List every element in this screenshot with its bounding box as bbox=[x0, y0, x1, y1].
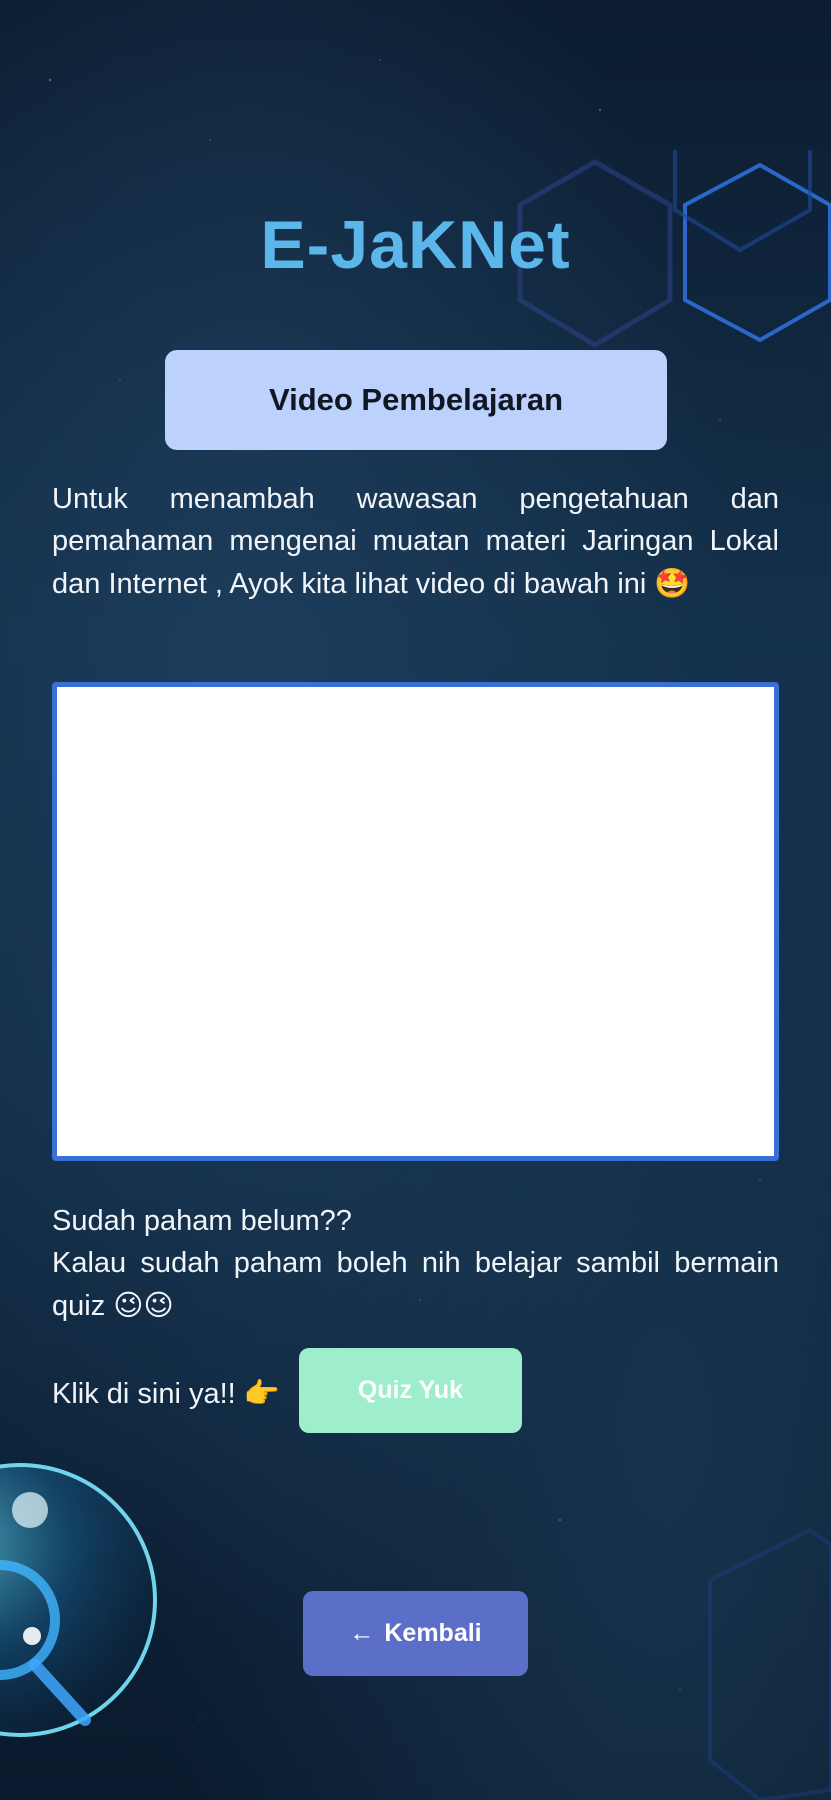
quiz-prompt: Sudah paham belum?? Kalau sudah paham bo… bbox=[52, 1200, 779, 1327]
star-struck-emoji-icon: 🤩 bbox=[654, 566, 691, 600]
section-header-label: Video Pembelajaran bbox=[268, 382, 564, 417]
section-header: Video Pembelajaran bbox=[165, 350, 667, 450]
video-player[interactable] bbox=[52, 682, 779, 1161]
back-button-label: Kembali bbox=[384, 1619, 482, 1647]
intro-text: Untuk menambah wawasan pengetahuan dan p… bbox=[52, 478, 779, 605]
cta-text: Klik di sini ya!! bbox=[52, 1378, 236, 1410]
hexagon-decoration-bottom bbox=[708, 1527, 831, 1800]
prompt-question: Sudah paham belum?? bbox=[52, 1205, 352, 1237]
arrow-left-icon: ← bbox=[349, 1619, 375, 1647]
quiz-cta-label: Klik di sini ya!! 👉 bbox=[52, 1372, 280, 1415]
quiz-button-label: Quiz Yuk bbox=[357, 1376, 464, 1404]
pointing-hand-icon: 👉 bbox=[243, 1376, 280, 1410]
back-button[interactable]: ← Kembali bbox=[303, 1591, 528, 1676]
app-title: E-JaKNet bbox=[260, 207, 571, 283]
wink-emoji-icon: 😉😉 bbox=[113, 1288, 174, 1322]
quiz-button[interactable]: Quiz Yuk bbox=[299, 1348, 522, 1433]
magnifier-orb-decoration bbox=[0, 1463, 157, 1737]
